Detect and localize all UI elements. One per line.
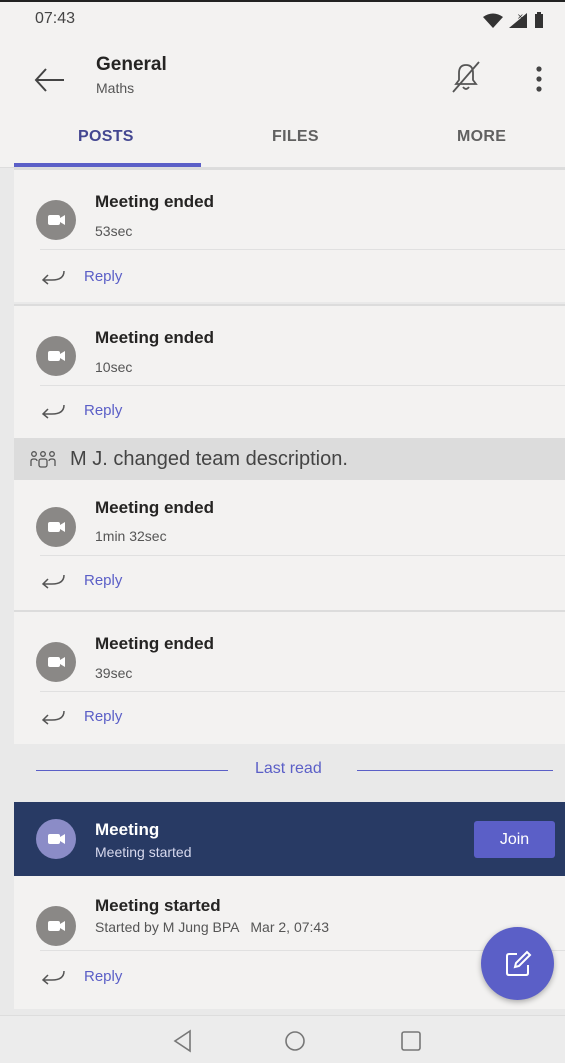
divider	[40, 249, 565, 250]
team-name: Maths	[96, 80, 135, 96]
status-icons: ×	[483, 12, 543, 28]
bell-off-icon[interactable]	[444, 56, 486, 98]
reply-icon[interactable]	[38, 708, 66, 726]
compose-icon	[506, 950, 532, 976]
post-card: Meeting ended 39sec Reply	[14, 610, 565, 744]
video-call-icon	[36, 336, 76, 376]
nav-back-icon[interactable]	[170, 1028, 196, 1054]
nav-recents-icon[interactable]	[398, 1028, 424, 1054]
system-message-text: M J. changed team description.	[70, 448, 348, 470]
new-post-button[interactable]	[481, 927, 554, 1000]
post-card: Meeting ended 10sec Reply	[14, 304, 565, 438]
live-meeting-subtitle: Meeting started	[95, 844, 192, 860]
live-meeting-title: Meeting	[95, 820, 160, 839]
tab-files[interactable]: FILES	[272, 128, 319, 146]
meeting-duration: 1min 32sec	[95, 528, 167, 544]
reply-icon[interactable]	[38, 572, 66, 590]
meeting-duration: 53sec	[95, 223, 133, 239]
reply-button[interactable]: Reply	[84, 402, 122, 419]
video-call-icon	[36, 507, 76, 547]
reply-icon[interactable]	[38, 402, 66, 420]
video-call-icon	[36, 906, 76, 946]
meeting-duration: 39sec	[95, 665, 133, 681]
active-tab-indicator	[14, 163, 201, 167]
live-meeting-banner[interactable]: Meeting Meeting started Join	[14, 802, 565, 876]
video-call-icon	[36, 642, 76, 682]
video-call-icon	[36, 200, 76, 240]
arrow-left-icon[interactable]	[30, 60, 70, 100]
reply-button[interactable]: Reply	[84, 968, 122, 985]
post-card: Meeting ended 53sec Reply	[14, 168, 565, 302]
status-bar: 07:43 ×	[0, 0, 565, 34]
post-title: Meeting ended	[95, 634, 215, 653]
video-call-icon	[36, 819, 76, 859]
post-title: Meeting ended	[95, 328, 215, 347]
reply-button[interactable]: Reply	[84, 572, 122, 589]
meeting-started-detail: Started by M Jung BPA Mar 2, 07:43	[95, 919, 329, 935]
last-read-line	[36, 770, 228, 771]
divider	[40, 691, 565, 692]
svg-text:×: ×	[517, 12, 524, 21]
last-read-line	[357, 770, 553, 771]
tab-posts[interactable]: POSTS	[78, 128, 134, 146]
reply-button[interactable]: Reply	[84, 268, 122, 285]
system-nav-bar	[0, 1015, 565, 1063]
channel-name: General	[96, 54, 167, 75]
channel-header: General Maths POSTS FILES MORE	[0, 34, 565, 168]
reply-button[interactable]: Reply	[84, 708, 122, 725]
last-read-label: Last read	[255, 760, 322, 777]
reply-icon[interactable]	[38, 968, 66, 986]
wifi-icon	[483, 13, 503, 28]
meeting-duration: 10sec	[95, 359, 133, 375]
divider	[40, 555, 565, 556]
post-title: Meeting started	[95, 896, 221, 915]
system-message: M J. changed team description.	[14, 438, 565, 480]
post-card: Meeting started Started by M Jung BPA Ma…	[14, 876, 565, 1009]
divider	[40, 385, 565, 386]
post-title: Meeting ended	[95, 192, 215, 211]
battery-icon	[535, 14, 543, 28]
join-button[interactable]: Join	[474, 821, 555, 858]
more-vertical-icon[interactable]	[526, 60, 552, 98]
reply-icon[interactable]	[38, 268, 66, 286]
post-card: Meeting ended 1min 32sec Reply	[14, 480, 565, 610]
posts-feed[interactable]: Meeting ended 53sec Reply Meeting ended …	[0, 168, 565, 1015]
post-title: Meeting ended	[95, 498, 215, 517]
team-people-icon	[30, 451, 56, 468]
tab-more[interactable]: MORE	[457, 128, 506, 146]
nav-home-icon[interactable]	[282, 1028, 308, 1054]
status-time: 07:43	[35, 10, 76, 27]
